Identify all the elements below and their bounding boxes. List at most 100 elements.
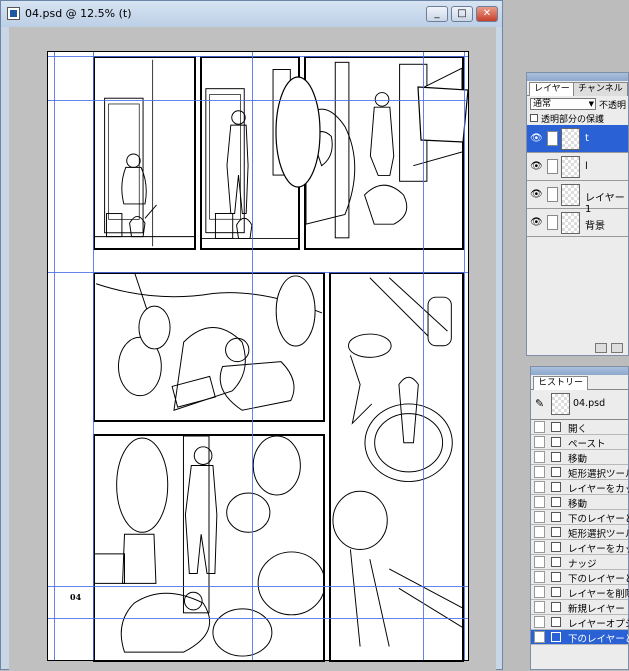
history-item-label: 移動 bbox=[568, 454, 588, 465]
guide-vertical bbox=[423, 52, 424, 660]
layer-name: t bbox=[585, 133, 589, 144]
layer-row-background[interactable]: 👁 背景 bbox=[527, 209, 628, 237]
tab-layers[interactable]: レイヤー bbox=[529, 82, 575, 96]
history-step-icon bbox=[551, 602, 561, 612]
history-step-icon bbox=[551, 542, 561, 552]
layer-row-t[interactable]: 👁 t bbox=[527, 125, 628, 153]
history-step-icon bbox=[551, 437, 561, 447]
history-item[interactable]: レイヤーオプシ bbox=[531, 615, 629, 630]
new-layer-icon[interactable] bbox=[611, 343, 623, 353]
history-source-box[interactable] bbox=[534, 466, 545, 478]
history-palette: ヒストリー ✎ 04.psd 開くペースト移動矩形選択ツールレイヤーをカット移動… bbox=[530, 366, 629, 670]
lock-transparency-checkbox[interactable] bbox=[530, 114, 538, 122]
panel-6-art bbox=[95, 436, 323, 657]
history-item[interactable]: 下のレイヤーと bbox=[531, 510, 629, 525]
history-source-box[interactable] bbox=[534, 436, 545, 448]
guide-horizontal bbox=[48, 272, 468, 273]
history-step-icon bbox=[551, 512, 561, 522]
maximize-button[interactable]: □ bbox=[451, 6, 473, 22]
palette-title-bar[interactable] bbox=[527, 73, 628, 81]
title-bar[interactable]: 04.psd @ 12.5% (t) _ □ ✕ bbox=[1, 1, 502, 27]
history-item-label: レイヤーオプシ bbox=[568, 619, 629, 630]
photoshop-document-icon bbox=[7, 7, 20, 20]
history-item[interactable]: 新規レイヤー bbox=[531, 600, 628, 615]
layer-thumbnail bbox=[561, 184, 580, 206]
guide-horizontal bbox=[48, 586, 468, 587]
manga-page[interactable]: 04 bbox=[47, 51, 469, 662]
history-step-icon bbox=[551, 482, 561, 492]
history-item[interactable]: 下のレイヤーと bbox=[531, 570, 629, 585]
history-step-icon bbox=[551, 557, 561, 567]
eye-icon[interactable]: 👁 bbox=[530, 133, 543, 145]
history-step-icon bbox=[551, 422, 561, 432]
window-title: 04.psd @ 12.5% (t) bbox=[25, 7, 132, 20]
history-source-box[interactable] bbox=[534, 616, 545, 628]
history-item[interactable]: 矩形選択ツール bbox=[531, 465, 629, 480]
blend-mode-value: 通常 bbox=[533, 99, 552, 109]
history-step-icon bbox=[551, 497, 561, 507]
history-source-box[interactable] bbox=[534, 556, 545, 568]
history-brush-icon: ✎ bbox=[535, 397, 545, 410]
history-item[interactable]: レイヤーをカット bbox=[531, 540, 629, 555]
guide-vertical bbox=[93, 52, 94, 660]
layers-tabs: レイヤー チャンネル bbox=[527, 81, 628, 96]
close-button[interactable]: ✕ bbox=[476, 6, 498, 22]
history-item-label: 移動 bbox=[568, 499, 588, 510]
history-step-icon bbox=[551, 632, 561, 642]
history-item[interactable]: 移動 bbox=[531, 495, 628, 510]
history-item[interactable]: レイヤーを削除 bbox=[531, 585, 629, 600]
history-item[interactable]: ナッジ bbox=[531, 555, 628, 570]
minimize-button[interactable]: _ bbox=[426, 6, 448, 22]
history-source-box[interactable] bbox=[534, 571, 545, 583]
link-box[interactable] bbox=[547, 187, 558, 202]
history-snapshot[interactable]: ✎ 04.psd bbox=[531, 389, 628, 420]
history-item[interactable]: 移動 bbox=[531, 450, 628, 465]
guide-horizontal bbox=[48, 100, 468, 101]
layer-name: l bbox=[585, 161, 588, 172]
speech-bubble-1 bbox=[275, 76, 321, 188]
eye-icon[interactable]: 👁 bbox=[530, 189, 543, 201]
history-item-label: ペースト bbox=[568, 439, 606, 450]
history-source-box[interactable] bbox=[534, 586, 545, 598]
guide-horizontal bbox=[48, 56, 468, 57]
history-item-label: 開く bbox=[568, 424, 588, 435]
lock-transparency-label: 透明部分の保護 bbox=[541, 115, 605, 125]
link-box[interactable] bbox=[547, 159, 558, 174]
history-step-icon bbox=[551, 467, 561, 477]
layer-row-layer1[interactable]: 👁 レイヤー 1 bbox=[527, 181, 628, 215]
eye-icon[interactable]: 👁 bbox=[530, 161, 543, 173]
history-source-box[interactable] bbox=[534, 496, 545, 508]
canvas-area[interactable]: 04 bbox=[9, 27, 496, 671]
tab-channels[interactable]: チャンネル bbox=[573, 82, 628, 96]
history-source-box[interactable] bbox=[534, 631, 545, 643]
panel-1 bbox=[93, 56, 196, 250]
link-box[interactable] bbox=[547, 215, 558, 230]
history-item[interactable]: レイヤーをカット bbox=[531, 480, 629, 495]
palette-title-bar[interactable] bbox=[531, 367, 628, 375]
mask-icon[interactable] bbox=[595, 343, 607, 353]
history-item[interactable]: 下のレイヤーと bbox=[531, 630, 629, 645]
layer-row-l[interactable]: 👁 l bbox=[527, 153, 628, 181]
brush-icon bbox=[547, 131, 558, 146]
history-step-icon bbox=[551, 452, 561, 462]
tab-history[interactable]: ヒストリー bbox=[533, 376, 589, 390]
history-step-icon bbox=[551, 617, 561, 627]
history-item-label: 下のレイヤーと bbox=[568, 634, 629, 645]
eye-icon[interactable]: 👁 bbox=[530, 217, 543, 229]
blend-mode-select[interactable]: 通常 ▼ bbox=[530, 98, 596, 110]
layer-thumbnail bbox=[561, 212, 580, 234]
history-item-label: 矩形選択ツール bbox=[568, 469, 629, 480]
history-item-label: 新規レイヤー bbox=[568, 604, 625, 615]
history-source-box[interactable] bbox=[534, 481, 545, 493]
history-source-box[interactable] bbox=[534, 601, 545, 613]
history-source-box[interactable] bbox=[534, 451, 545, 463]
history-source-box[interactable] bbox=[534, 526, 545, 538]
history-item[interactable]: 開く bbox=[531, 420, 628, 435]
history-source-box[interactable] bbox=[534, 541, 545, 553]
history-item[interactable]: ペースト bbox=[531, 435, 628, 450]
guide-vertical bbox=[252, 52, 253, 660]
history-item[interactable]: 矩形選択ツール bbox=[531, 525, 629, 540]
history-item-label: 矩形選択ツール bbox=[568, 529, 629, 540]
history-source-box[interactable] bbox=[534, 421, 545, 433]
history-source-box[interactable] bbox=[534, 511, 545, 523]
